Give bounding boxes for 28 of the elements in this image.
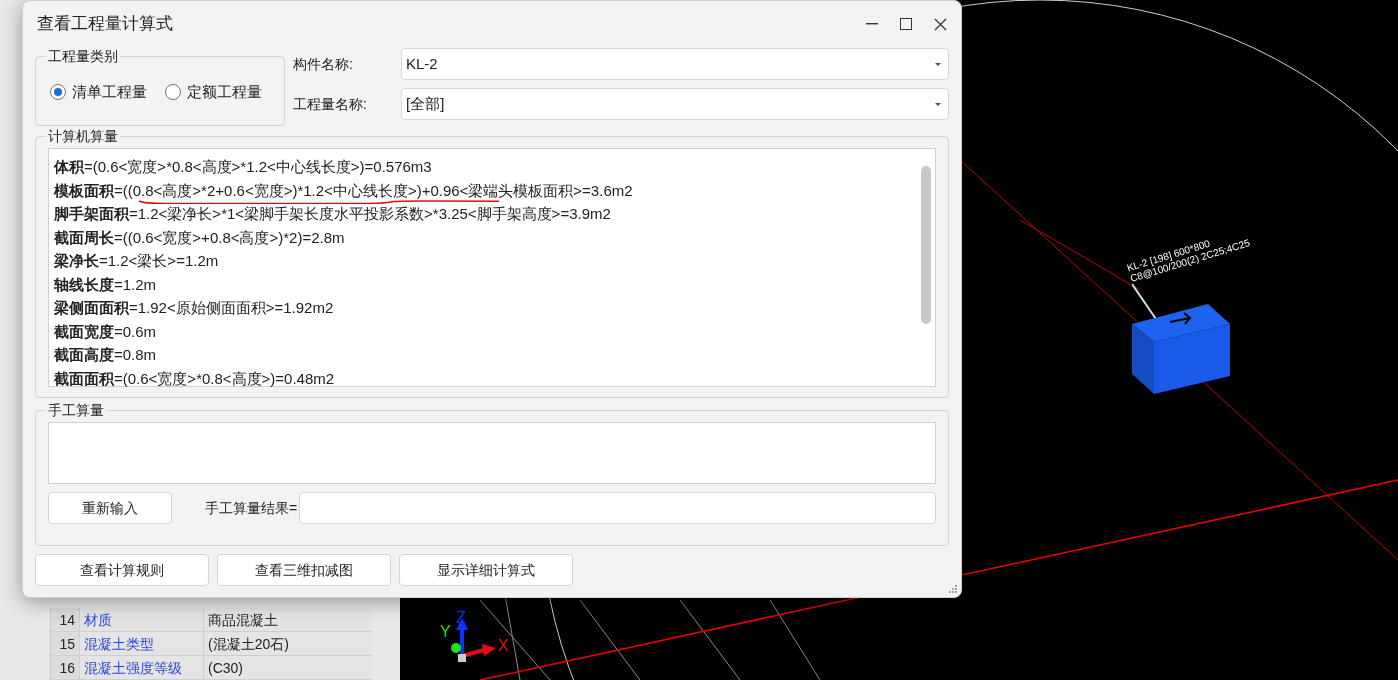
window-title: 查看工程量计算式 xyxy=(36,13,173,36)
group-legend: 工程量类别 xyxy=(46,47,120,65)
field-label: 工程量名称: xyxy=(293,94,368,114)
property-value: (混凝土20石) xyxy=(203,632,372,655)
axis-label: X xyxy=(498,638,509,654)
property-name: 混凝土强度等级 xyxy=(79,656,203,679)
formula-line: 模板面积=((0.8<高度>*2+0.6<宽度>)*1.2<中心线长度>)+0.96<梁端头模板面积>=3.6m2 xyxy=(54,180,633,200)
formula-line: 截面面积=(0.6<宽度>*0.8<高度>)=0.48m2 xyxy=(54,368,335,388)
row-number: 15 xyxy=(51,632,79,655)
property-value: 商品混凝土 xyxy=(203,608,372,631)
formula-line: 梁净长=1.2<梁长>=1.2m xyxy=(54,251,219,270)
formula-line: 截面周长=((0.6<宽度>+0.8<高度>)*2)=2.8m xyxy=(54,227,345,247)
formula-line: 脚手架面积=1.2<梁净长>*1<梁脚手架长度水平投影系数>*3.25<脚手架高度>=3.9m2 xyxy=(54,204,611,223)
axis-label: Y xyxy=(440,624,451,640)
row-number: 16 xyxy=(51,656,79,679)
group-legend: 计算机算量 xyxy=(46,127,120,145)
result-label: 手工算量结果= xyxy=(205,498,298,518)
row-number: 14 xyxy=(51,608,79,631)
property-name: 材质 xyxy=(79,608,203,631)
formula-line: 轴线长度=1.2m xyxy=(54,274,157,294)
formula-line: 体积=(0.6<宽度>*0.8<高度>*1.2<中心线长度>)=0.576m3 xyxy=(54,157,432,176)
property-name: 混凝土类型 xyxy=(79,632,203,655)
formula-line: 截面宽度=0.6m xyxy=(54,321,157,341)
formula-line: 截面高度=0.8m xyxy=(54,345,157,364)
property-value: (C30) xyxy=(203,656,372,679)
group-legend: 手工算量 xyxy=(46,401,106,419)
field-label: 构件名称: xyxy=(293,54,354,74)
formula-line: 梁侧面面积=1.92<原始侧面面积>=1.92m2 xyxy=(54,298,334,317)
